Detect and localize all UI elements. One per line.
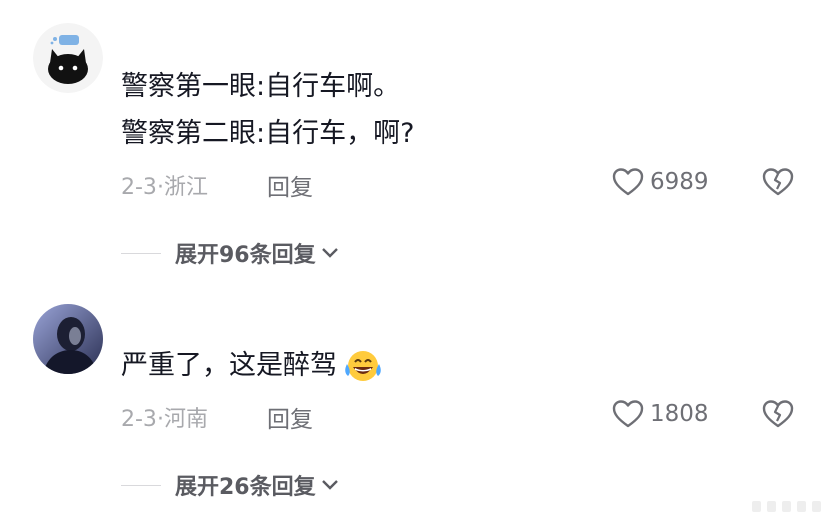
comment-text-line-1: 警察第一眼:自行车啊。 [121,71,401,102]
expand-replies-row: 展开26条回复 [121,469,340,501]
broken-heart-icon [762,168,794,196]
comment-meta: 2-3·河南 [121,401,208,433]
dislike-button[interactable] [762,399,794,433]
meta-separator: · [156,407,164,432]
comment-meta: 2-3·浙江 [121,169,208,201]
expand-replies-button[interactable]: 展开26条回复 [175,469,340,501]
comment-text-line-2: 警察第二眼:自行车，啊? [121,118,415,149]
comment-location: 河南 [163,407,208,432]
comment-date: 2-3 [121,407,157,432]
chevron-down-icon [321,480,338,490]
meta-separator: · [156,175,164,200]
tears-of-joy-emoji-icon [345,351,381,381]
black-cat-avatar-icon [33,23,103,93]
expand-replies-label: 展开96条回复 [175,243,316,268]
comment-location: 浙江 [163,175,208,200]
watermark-mark [767,501,776,512]
like-count: 6989 [650,169,709,195]
expand-replies-button[interactable]: 展开96条回复 [175,237,340,269]
comment-text: 严重了，这是醉驾 [121,348,383,384]
avatar[interactable] [33,304,103,374]
avatar[interactable] [33,23,103,93]
like-count: 1808 [650,401,709,427]
comment-date: 2-3 [121,175,157,200]
divider [121,252,161,254]
watermark [752,501,821,512]
person-photo-avatar-icon [33,304,103,374]
like-button[interactable]: 6989 [612,167,709,197]
watermark-mark [782,501,791,512]
watermark-mark [812,501,821,512]
reply-button[interactable]: 回复 [267,400,313,434]
like-button[interactable]: 1808 [612,399,709,429]
divider [121,484,161,486]
expand-replies-row: 展开96条回复 [121,237,340,269]
watermark-mark [797,501,806,512]
reply-button[interactable]: 回复 [267,168,313,202]
chevron-down-icon [321,248,338,258]
expand-replies-label: 展开26条回复 [175,475,316,500]
comment-text-line-1: 严重了，这是醉驾 [121,350,337,381]
dislike-button[interactable] [762,167,794,201]
watermark-mark [752,501,761,512]
broken-heart-icon [762,400,794,428]
heart-icon [612,400,644,428]
heart-icon [612,168,644,196]
